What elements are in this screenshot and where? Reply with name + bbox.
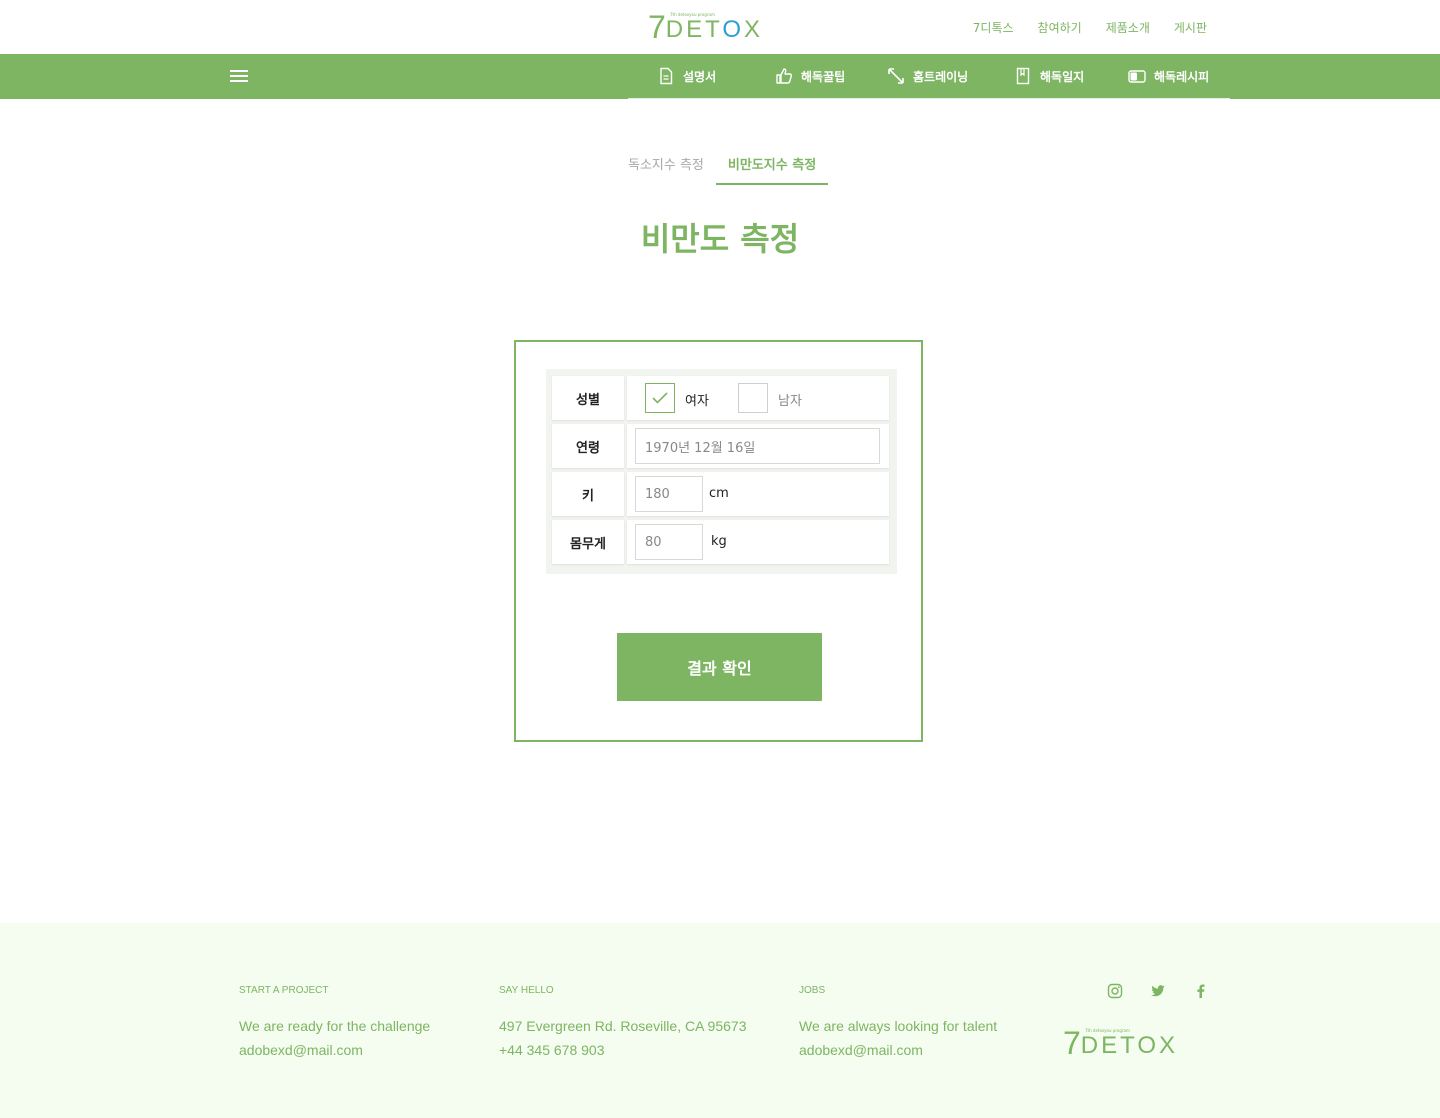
male-checkbox[interactable] bbox=[738, 383, 768, 413]
gender-label: 성별 bbox=[552, 376, 624, 420]
footer-col-hello: SAY HELLO 497 Evergreen Rd. Roseville, C… bbox=[499, 985, 746, 1058]
nav-item-tips[interactable]: 해독꿀팁 bbox=[775, 67, 845, 85]
footer-col-jobs: JOBS We are always looking for talent ad… bbox=[799, 985, 997, 1058]
height-unit: cm bbox=[709, 486, 729, 501]
facebook-icon[interactable] bbox=[1193, 983, 1209, 999]
site-logo[interactable]: 7 DETOX 7th detoxyou program bbox=[648, 9, 764, 45]
submit-button[interactable]: 결과 확인 bbox=[617, 633, 822, 701]
measure-card: 성별 여자 남자 연령 1970년 12월 16일 키 180 cm 몸무게 8… bbox=[514, 340, 923, 742]
age-label: 연령 bbox=[552, 424, 624, 468]
weight-input[interactable]: 80 bbox=[635, 524, 703, 560]
measure-form: 성별 여자 남자 연령 1970년 12월 16일 키 180 cm 몸무게 8… bbox=[546, 369, 897, 574]
weight-unit: kg bbox=[711, 534, 727, 549]
thumbs-up-icon bbox=[776, 68, 793, 84]
tab-obesity-index[interactable]: 비만도지수 측정 bbox=[715, 150, 829, 185]
footer-line: We are ready for the challenge bbox=[239, 1018, 431, 1034]
footer-email-link[interactable]: adobexd@mail.com bbox=[799, 1042, 997, 1058]
top-nav-board[interactable]: 게시판 bbox=[1174, 19, 1207, 36]
height-label: 키 bbox=[552, 472, 624, 516]
top-nav-participate[interactable]: 참여하기 bbox=[1038, 19, 1082, 36]
nav-item-manual[interactable]: 설명서 bbox=[657, 67, 716, 85]
logo-word: DETOX bbox=[1080, 1032, 1179, 1059]
site-header: 7 DETOX 7th detoxyou program 7디톡스 참여하기 제… bbox=[0, 0, 1440, 54]
logo-tagline: 7th detoxyou program bbox=[670, 12, 715, 17]
nav-item-label: 해독꿀팁 bbox=[801, 69, 846, 84]
logo-seven: 7 bbox=[1063, 1025, 1081, 1061]
twitter-icon[interactable] bbox=[1150, 983, 1166, 999]
footer-email-link[interactable]: adobexd@mail.com bbox=[239, 1042, 430, 1058]
nav-item-label: 해독일지 bbox=[1040, 69, 1085, 84]
female-label: 여자 bbox=[685, 394, 709, 409]
gender-value: 여자 남자 bbox=[627, 376, 889, 420]
logo-seven: 7 bbox=[648, 9, 666, 45]
main-navbar: 설명서 해독꿀팁 홈트레이닝 해독일지 해독레시피 bbox=[0, 54, 1440, 99]
nav-item-label: 설명서 bbox=[683, 69, 717, 84]
site-footer: START A PROJECT We are ready for the cha… bbox=[0, 923, 1440, 1118]
top-nav: 7디톡스 참여하기 제품소개 게시판 bbox=[973, 19, 1207, 36]
footer-heading: SAY HELLO bbox=[499, 985, 554, 996]
tab-toxin-index[interactable]: 독소지수 측정 bbox=[616, 150, 716, 185]
nav-item-home-training[interactable]: 홈트레이닝 bbox=[887, 67, 968, 85]
footer-logo[interactable]: 7 DETOX 7th detoxyou program bbox=[1063, 1025, 1179, 1061]
expand-arrows-icon bbox=[888, 68, 904, 84]
measure-tabs: 독소지수 측정 비만도지수 측정 bbox=[616, 150, 829, 185]
height-value: 180 cm bbox=[627, 472, 889, 516]
footer-phone[interactable]: +44 345 678 903 bbox=[499, 1042, 746, 1058]
toggle-icon bbox=[1128, 70, 1146, 83]
nav-item-label: 홈트레이닝 bbox=[913, 69, 969, 84]
footer-address: 497 Evergreen Rd. Roseville, CA 95673 bbox=[499, 1018, 747, 1034]
top-nav-7detox[interactable]: 7디톡스 bbox=[973, 19, 1014, 36]
age-input[interactable]: 1970년 12월 16일 bbox=[635, 428, 880, 464]
weight-label: 몸무게 bbox=[552, 520, 624, 564]
logo-tagline: 7th detoxyou program bbox=[1085, 1028, 1130, 1033]
page: 7 DETOX 7th detoxyou program 7디톡스 참여하기 제… bbox=[0, 0, 1440, 1118]
navbar-divider bbox=[628, 98, 1230, 99]
notebook-icon bbox=[1016, 67, 1030, 85]
logo-word: DETOX bbox=[665, 16, 764, 43]
top-nav-products[interactable]: 제품소개 bbox=[1106, 19, 1150, 36]
nav-item-label: 해독레시피 bbox=[1154, 69, 1210, 84]
female-checkbox[interactable] bbox=[645, 383, 675, 413]
footer-col-project: START A PROJECT We are ready for the cha… bbox=[239, 985, 430, 1058]
weight-value: 80 kg bbox=[627, 520, 889, 564]
height-input[interactable]: 180 bbox=[635, 476, 703, 512]
document-icon bbox=[660, 67, 673, 85]
instagram-icon[interactable] bbox=[1107, 983, 1123, 999]
male-label: 남자 bbox=[778, 394, 802, 409]
nav-item-recipe[interactable]: 해독레시피 bbox=[1128, 67, 1209, 85]
menu-icon[interactable] bbox=[230, 70, 248, 83]
nav-item-journal[interactable]: 해독일지 bbox=[1014, 67, 1084, 85]
check-icon bbox=[652, 392, 668, 404]
footer-heading: START A PROJECT bbox=[239, 985, 329, 996]
social-links bbox=[1107, 983, 1209, 999]
footer-line: We are always looking for talent bbox=[799, 1018, 998, 1034]
age-value: 1970년 12월 16일 bbox=[627, 424, 889, 468]
page-title: 비만도 측정 bbox=[640, 220, 800, 258]
footer-heading: JOBS bbox=[799, 985, 826, 996]
